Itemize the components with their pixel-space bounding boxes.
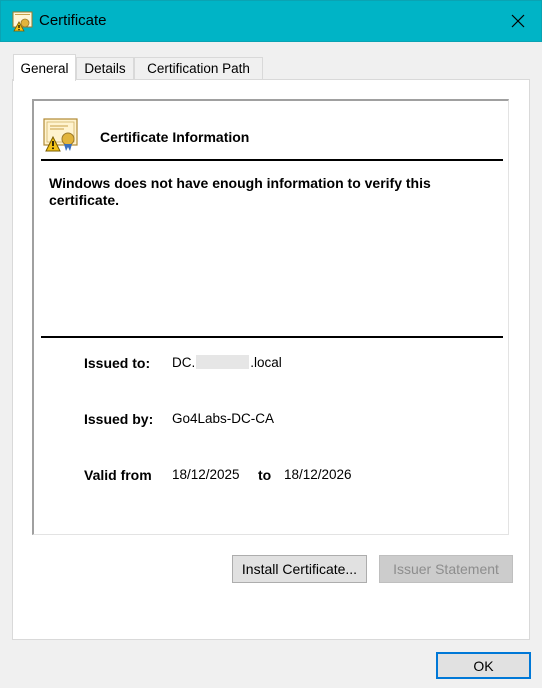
tab-label: Details: [84, 61, 126, 76]
issued-to-value: DC. .local: [172, 355, 282, 370]
valid-to-date: 18/12/2026: [284, 467, 352, 482]
tab-label: Certification Path: [147, 61, 250, 76]
window-title: Certificate: [39, 12, 107, 29]
close-button[interactable]: [495, 1, 541, 41]
certificate-warning-icon: [43, 118, 78, 152]
valid-from-date: 18/12/2025: [172, 467, 240, 482]
certificate-info-box: Certificate Information Windows does not…: [32, 99, 509, 535]
tab-details[interactable]: Details: [76, 57, 134, 79]
issued-by-value: Go4Labs-DC-CA: [172, 411, 275, 426]
tab-label: General: [20, 60, 69, 76]
issuer-statement-button[interactable]: Issuer Statement: [379, 555, 513, 583]
issued-to-suffix: .local: [250, 355, 282, 370]
tab-certification-path[interactable]: Certification Path: [134, 57, 263, 79]
valid-from-label: Valid from: [84, 467, 152, 483]
details-divider: [41, 336, 503, 338]
install-certificate-button[interactable]: Install Certificate...: [232, 555, 367, 583]
tab-general[interactable]: General: [13, 54, 76, 81]
header-divider: [41, 159, 503, 161]
general-tab-panel: Certificate Information Windows does not…: [12, 79, 530, 640]
issued-to-prefix: DC.: [172, 355, 196, 370]
verification-warning-text: Windows does not have enough information…: [49, 175, 431, 208]
redacted-block: [196, 355, 250, 369]
issued-by-label: Issued by:: [84, 411, 154, 427]
certificate-info-heading: Certificate Information: [100, 129, 250, 145]
certificate-warning-icon: [12, 11, 33, 32]
close-icon: [511, 14, 525, 28]
ok-button[interactable]: OK: [436, 652, 531, 679]
title-bar: Certificate: [0, 0, 542, 42]
valid-to-label: to: [258, 467, 272, 483]
issued-to-label: Issued to:: [84, 355, 151, 371]
